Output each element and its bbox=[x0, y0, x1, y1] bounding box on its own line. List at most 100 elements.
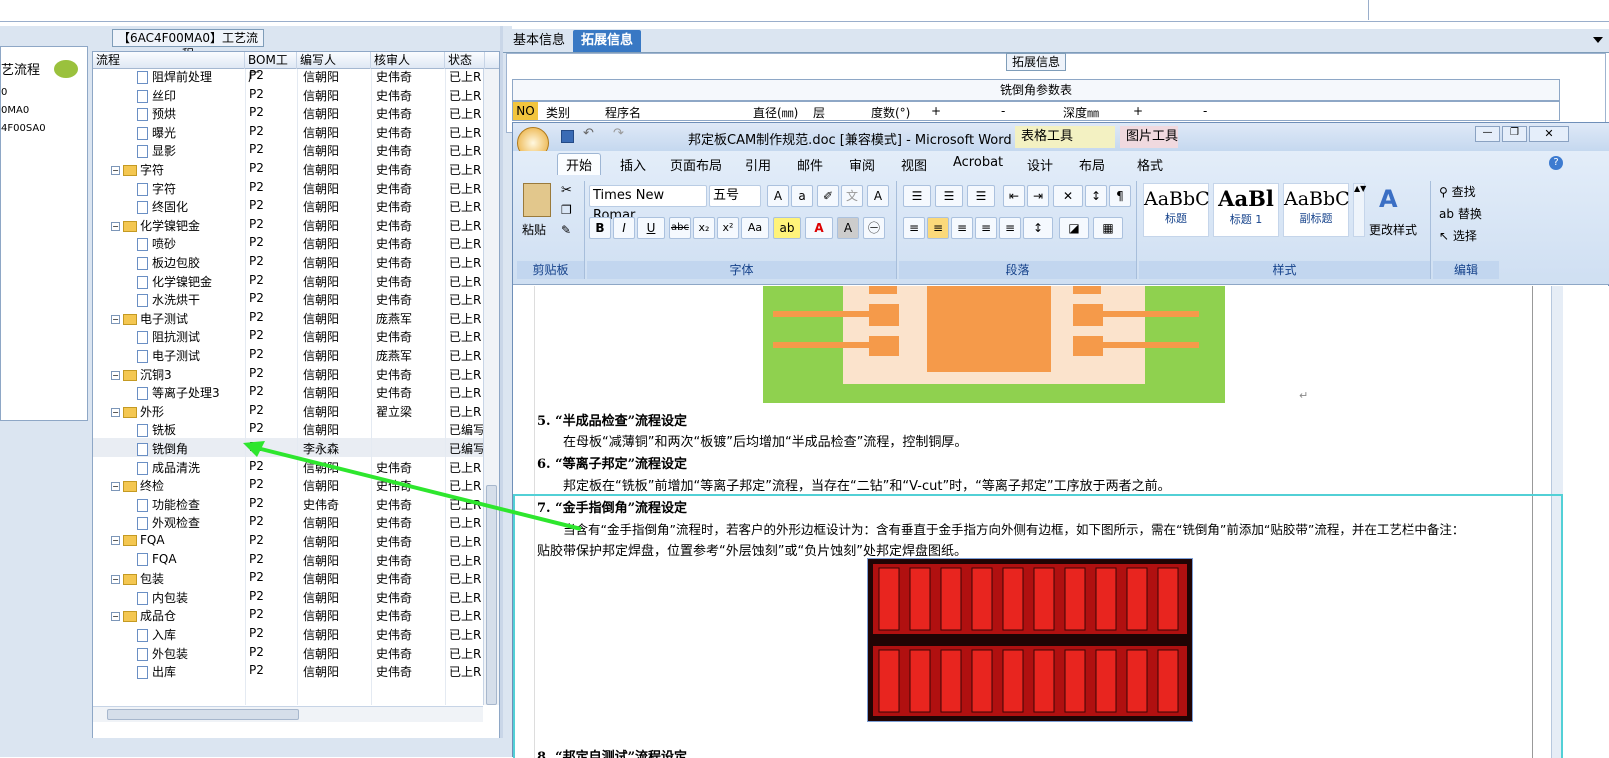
collapse-icon[interactable]: − bbox=[111, 536, 120, 545]
sort-icon[interactable]: ↕ bbox=[1085, 185, 1107, 207]
table-row[interactable]: − 包装 P2 信朝阳 史伟奇 已上R bbox=[93, 568, 489, 587]
bold-icon[interactable]: B bbox=[589, 217, 611, 239]
table-row[interactable]: 喷砂 P2 信朝阳 史伟奇 已上R bbox=[93, 233, 489, 252]
table-row[interactable]: 丝印 P2 信朝阳 史伟奇 已上R bbox=[93, 85, 489, 104]
table-row[interactable]: 等离子处理3 P2 信朝阳 史伟奇 已上R bbox=[93, 382, 489, 401]
splitter[interactable] bbox=[500, 26, 503, 738]
cut-icon[interactable]: ✂ bbox=[561, 183, 572, 198]
subscript-icon[interactable]: x₂ bbox=[693, 217, 715, 239]
highlight-icon[interactable]: ab bbox=[773, 217, 801, 239]
table-row[interactable]: − 电子测试 P2 信朝阳 庞燕军 已上R bbox=[93, 308, 489, 327]
increase-indent-icon[interactable]: ⇥ bbox=[1027, 185, 1049, 207]
table-row[interactable]: 显影 P2 信朝阳 史伟奇 已上R bbox=[93, 140, 489, 159]
table-row[interactable]: − 成品仓 P2 信朝阳 史伟奇 已上R bbox=[93, 605, 489, 624]
list-item[interactable]: 0MA0 bbox=[1, 102, 87, 120]
copy-icon[interactable]: ❐ bbox=[561, 203, 572, 217]
tab-insert[interactable]: 插入 bbox=[620, 155, 646, 174]
style-subtitle[interactable]: AaBbC 副标题 bbox=[1283, 183, 1350, 237]
table-row[interactable]: 出库 P2 信朝阳 史伟奇 已上R bbox=[93, 661, 489, 680]
collapse-icon[interactable]: − bbox=[111, 314, 120, 324]
superscript-icon[interactable]: x² bbox=[717, 217, 739, 239]
char-border-icon[interactable]: A bbox=[867, 185, 889, 207]
tab-extended-info[interactable]: 拓展信息 bbox=[573, 30, 642, 52]
format-painter-icon[interactable]: ✎ bbox=[561, 223, 571, 237]
help-icon[interactable]: ? bbox=[1549, 156, 1563, 170]
collapse-icon[interactable]: − bbox=[111, 221, 120, 231]
table-row[interactable]: 阻焊前处理 P2 信朝阳 史伟奇 已上R bbox=[93, 66, 489, 85]
collapse-icon[interactable]: − bbox=[111, 612, 120, 622]
replace-button[interactable]: ab 替换 bbox=[1439, 205, 1482, 222]
bullets-icon[interactable]: ☰ bbox=[903, 185, 931, 207]
chinese-layout-icon[interactable]: ✕ bbox=[1053, 185, 1083, 207]
save-icon[interactable] bbox=[561, 130, 574, 143]
collapse-icon[interactable]: − bbox=[111, 370, 120, 380]
tab-mailings[interactable]: 邮件 bbox=[797, 155, 823, 174]
collapse-icon[interactable]: − bbox=[111, 407, 120, 417]
chat-bubble-icon[interactable] bbox=[54, 60, 78, 78]
table-row[interactable]: FQA P2 信朝阳 史伟奇 已上R bbox=[93, 550, 489, 569]
font-size-select[interactable]: 五号 bbox=[709, 185, 761, 207]
restore-icon[interactable]: ❐ bbox=[1502, 126, 1527, 142]
paste-button[interactable]: 粘贴 bbox=[522, 221, 546, 238]
table-row[interactable]: − 化学镍钯金 P2 信朝阳 史伟奇 已上R bbox=[93, 215, 489, 234]
decrease-indent-icon[interactable]: ⇤ bbox=[1003, 185, 1025, 207]
table-row[interactable]: 终固化 P2 信朝阳 史伟奇 已上R bbox=[93, 196, 489, 215]
line-spacing-icon[interactable]: ↕ bbox=[1023, 217, 1053, 239]
table-row[interactable]: − 沉铜3 P2 信朝阳 史伟奇 已上R bbox=[93, 364, 489, 383]
collapse-icon[interactable]: − bbox=[111, 575, 120, 585]
tab-references[interactable]: 引用 bbox=[745, 155, 771, 174]
style-title[interactable]: AaBbC 标题 bbox=[1143, 183, 1210, 237]
styles-scroll-icon[interactable]: ▲▼ bbox=[1353, 183, 1366, 237]
tab-view[interactable]: 视图 bbox=[901, 155, 927, 174]
tab-format[interactable]: 格式 bbox=[1137, 155, 1163, 174]
tab-layout[interactable]: 布局 bbox=[1079, 155, 1105, 174]
horizontal-scrollbar[interactable] bbox=[93, 706, 483, 722]
list-item[interactable]: 4F00SA0 bbox=[1, 120, 87, 138]
chevron-down-icon[interactable] bbox=[1593, 37, 1603, 43]
phonetic-icon[interactable]: 文 bbox=[841, 185, 863, 207]
clear-format-icon[interactable]: ✐ bbox=[817, 185, 839, 207]
tab-basic-info[interactable]: 基本信息 bbox=[505, 30, 573, 52]
minimize-icon[interactable]: — bbox=[1475, 126, 1500, 142]
multilevel-list-icon[interactable]: ☰ bbox=[967, 185, 995, 207]
table-row[interactable]: 铣板 P2 信朝阳 已编写 bbox=[93, 419, 489, 438]
table-row[interactable]: 预烘 P2 信朝阳 史伟奇 已上R bbox=[93, 103, 489, 122]
table-row[interactable]: 化学镍钯金 P2 信朝阳 史伟奇 已上R bbox=[93, 271, 489, 290]
table-row[interactable]: 板边包胶 P2 信朝阳 史伟奇 已上R bbox=[93, 252, 489, 271]
font-color-icon[interactable]: A bbox=[805, 217, 833, 239]
scrollbar-thumb[interactable] bbox=[107, 709, 299, 720]
select-button[interactable]: ↖ 选择 bbox=[1439, 227, 1477, 244]
table-row[interactable]: 电子测试 P2 信朝阳 庞燕军 已上R bbox=[93, 345, 489, 364]
table-row[interactable]: 水洗烘干 P2 信朝阳 史伟奇 已上R bbox=[93, 289, 489, 308]
bonding-board-image[interactable] bbox=[763, 286, 1225, 403]
tab-design[interactable]: 设计 bbox=[1027, 155, 1053, 174]
shading-icon[interactable]: ◪ bbox=[1059, 217, 1089, 239]
justify-icon[interactable]: ≡ bbox=[975, 217, 997, 239]
table-row[interactable]: 阻抗测试 P2 信朝阳 史伟奇 已上R bbox=[93, 326, 489, 345]
document-page[interactable]: ↵ 5. “半成品检查”流程设定 在母板“减薄铜”和两次“板镀”后均增加“半成品… bbox=[513, 286, 1609, 758]
change-styles-icon[interactable]: A bbox=[1379, 185, 1398, 213]
table-row[interactable]: 外包装 P2 信朝阳 史伟奇 已上R bbox=[93, 643, 489, 662]
table-row[interactable]: 内包装 P2 信朝阳 史伟奇 已上R bbox=[93, 587, 489, 606]
table-row[interactable]: − FQA P2 信朝阳 史伟奇 已上R bbox=[93, 531, 489, 550]
align-right-icon[interactable]: ≡ bbox=[951, 217, 973, 239]
find-button[interactable]: ⚲ 查找 bbox=[1439, 183, 1476, 200]
paste-icon[interactable] bbox=[523, 183, 551, 217]
change-styles-button[interactable]: 更改样式 bbox=[1369, 221, 1417, 238]
table-row[interactable]: 字符 P2 信朝阳 史伟奇 已上R bbox=[93, 178, 489, 197]
tab-review[interactable]: 审阅 bbox=[849, 155, 875, 174]
italic-icon[interactable]: I bbox=[613, 217, 635, 239]
table-row[interactable]: 入库 P2 信朝阳 史伟奇 已上R bbox=[93, 624, 489, 643]
strikethrough-icon[interactable]: abc bbox=[669, 217, 691, 239]
table-row[interactable]: 曝光 P2 信朝阳 史伟奇 已上R bbox=[93, 122, 489, 141]
style-heading-1[interactable]: AaBl 标题 1 bbox=[1213, 183, 1279, 237]
align-center-icon[interactable]: ≡ bbox=[927, 217, 949, 239]
collapse-icon[interactable]: − bbox=[111, 166, 120, 175]
font-name-select[interactable]: Times New Romar bbox=[589, 185, 707, 223]
underline-icon[interactable]: U bbox=[637, 217, 665, 239]
context-tab-picture-tools[interactable]: 图片工具 bbox=[1120, 126, 1178, 148]
show-marks-icon[interactable]: ¶ bbox=[1109, 185, 1131, 207]
align-left-icon[interactable]: ≡ bbox=[903, 217, 925, 239]
numbering-icon[interactable]: ☰ bbox=[935, 185, 963, 207]
tab-acrobat[interactable]: Acrobat bbox=[953, 155, 1003, 170]
